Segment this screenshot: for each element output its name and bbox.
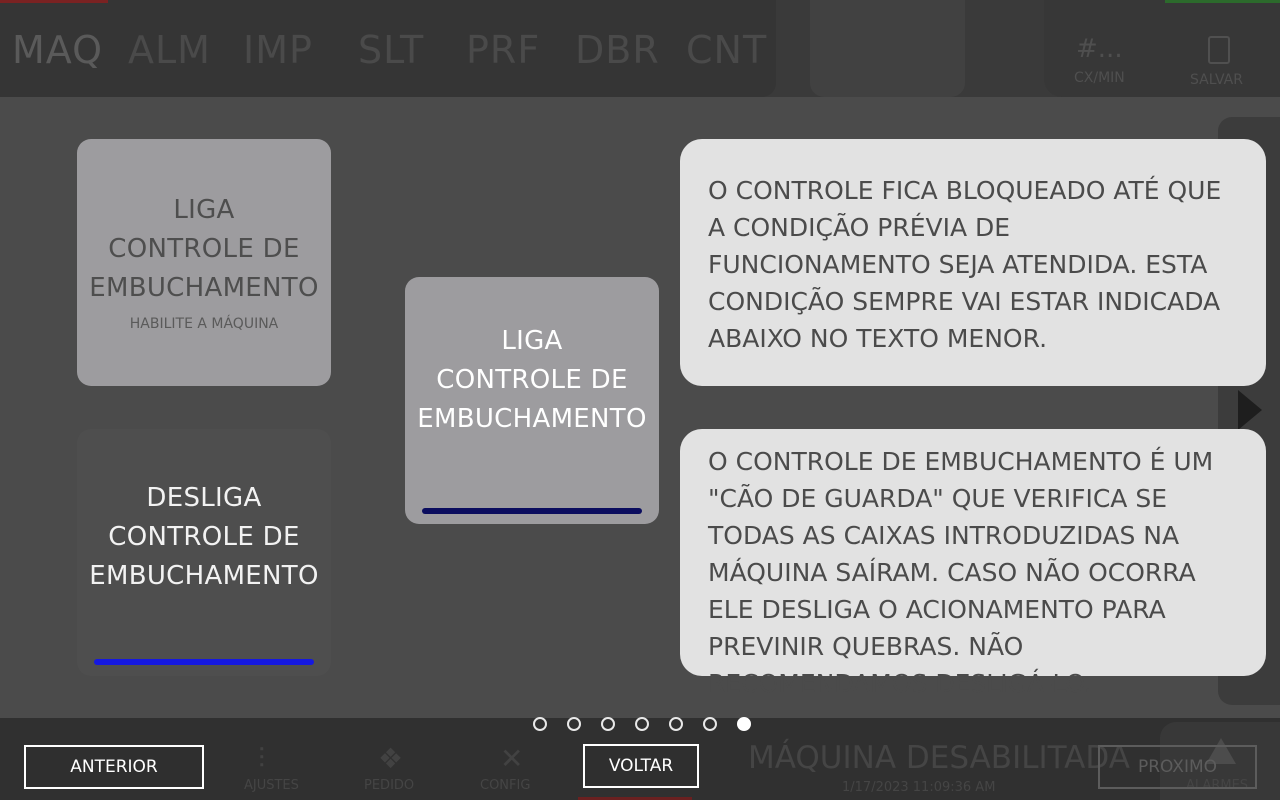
tab-maq[interactable]: MAQ: [12, 28, 103, 72]
page-dot[interactable]: [567, 717, 581, 731]
button-line: CONTROLE DE: [108, 234, 300, 264]
liga-controle-button-disabled[interactable]: LIGA CONTROLE DE EMBUCHAMENTO HABILITE A…: [77, 139, 331, 386]
mode-tabs: MAQ ALM IMP SLT PRF DBR CNT: [0, 0, 776, 97]
nav-ajustes[interactable]: AJUSTES: [244, 778, 299, 793]
back-button[interactable]: VOLTAR: [583, 744, 699, 788]
button-line: DESLIGA: [146, 483, 262, 513]
tab-prf[interactable]: PRF: [466, 28, 540, 72]
page-dot[interactable]: [533, 717, 547, 731]
save-label[interactable]: SALVAR: [1190, 72, 1243, 88]
tools-icon: ✕: [500, 742, 524, 775]
page-dot[interactable]: [635, 717, 649, 731]
page-dot[interactable]: [669, 717, 683, 731]
status-ok-marker: [1165, 0, 1280, 3]
page-dot[interactable]: [601, 717, 615, 731]
active-state-bar: [94, 659, 314, 665]
active-tab-marker: [0, 0, 108, 3]
tab-alm[interactable]: ALM: [128, 28, 211, 72]
top-info-block: [810, 0, 965, 97]
button-line: LIGA: [501, 326, 563, 356]
status-timestamp: 1/17/2023 11:09:36 AM: [842, 780, 996, 795]
button-line: LIGA: [173, 195, 235, 225]
counter-value: #...: [1076, 34, 1123, 64]
arrow-right-icon[interactable]: [1238, 390, 1262, 430]
tab-slt[interactable]: SLT: [358, 28, 424, 72]
button-line: CONTROLE DE: [108, 522, 300, 552]
tab-cnt[interactable]: CNT: [686, 28, 767, 72]
previous-button[interactable]: ANTERIOR: [24, 745, 204, 789]
sliders-icon: ⫶: [258, 742, 266, 775]
page-dot-current[interactable]: [737, 717, 751, 731]
next-button-disabled: PROXIMO: [1098, 745, 1257, 789]
info-box-blocked: O CONTROLE FICA BLOQUEADO ATÉ QUE A COND…: [680, 139, 1266, 386]
button-line: EMBUCHAMENTO: [417, 404, 647, 434]
machine-status: MÁQUINA DESABILITADA: [748, 740, 1130, 776]
button-line: EMBUCHAMENTO: [89, 273, 319, 303]
tab-dbr[interactable]: DBR: [575, 28, 660, 72]
button-line: CONTROLE DE: [436, 365, 628, 395]
button-line: EMBUCHAMENTO: [89, 561, 319, 591]
nav-pedido[interactable]: PEDIDO: [364, 778, 414, 793]
liga-controle-button[interactable]: LIGA CONTROLE DE EMBUCHAMENTO: [405, 277, 659, 524]
nav-config[interactable]: CONFIG: [480, 778, 530, 793]
sd-card-icon[interactable]: [1208, 36, 1230, 64]
info-box-description: O CONTROLE DE EMBUCHAMENTO É UM "CÃO DE …: [680, 429, 1266, 698]
inactive-state-bar: [422, 508, 642, 514]
tab-imp[interactable]: IMP: [243, 28, 313, 72]
desliga-controle-button[interactable]: DESLIGA CONTROLE DE EMBUCHAMENTO: [77, 429, 331, 676]
boxes-icon: ❖: [378, 742, 404, 775]
counter-unit: CX/MIN: [1074, 70, 1125, 86]
button-hint: HABILITE A MÁQUINA: [129, 316, 279, 332]
pagination-dots: [533, 717, 751, 731]
page-dot[interactable]: [703, 717, 717, 731]
